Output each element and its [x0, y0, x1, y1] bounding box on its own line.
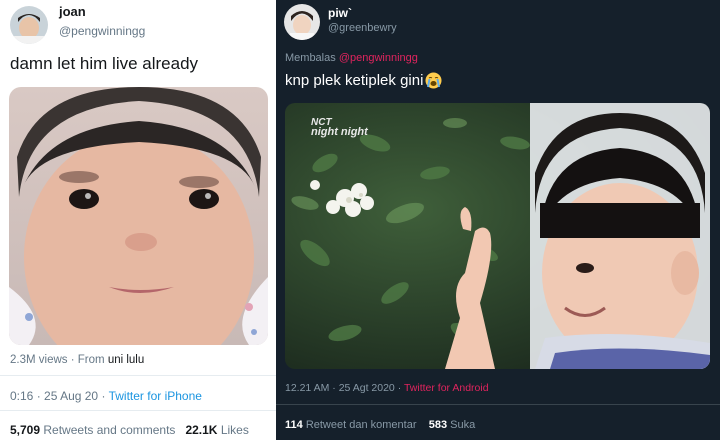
client-app-link[interactable]: Twitter for iPhone: [109, 389, 202, 403]
avatar[interactable]: [284, 4, 320, 40]
like-count[interactable]: 22.1K: [185, 423, 217, 437]
reply-prefix: Membalas: [285, 52, 336, 64]
author-name[interactable]: piw`: [328, 6, 352, 20]
retweet-label[interactable]: Retweet dan komentar: [306, 419, 417, 431]
retweet-label[interactable]: Retweets and comments: [43, 423, 175, 437]
tweet-photo[interactable]: NCT night night: [285, 103, 710, 369]
tweet-date[interactable]: 25 Aug 20: [44, 389, 98, 403]
tweet-time[interactable]: 12.21 AM: [285, 382, 329, 394]
reply-to-link[interactable]: @pengwinningg: [339, 52, 418, 64]
retweet-count[interactable]: 114: [285, 419, 303, 431]
tweet-video[interactable]: [9, 87, 268, 345]
like-count[interactable]: 583: [429, 419, 447, 431]
tweet-date[interactable]: 25 Agt 2020: [339, 382, 395, 394]
left-tweet: joan @pengwinningg damn let him live alr…: [0, 0, 276, 440]
tweet-stats: 5,709 Retweets and comments 22.1K Likes: [10, 423, 249, 437]
author-handle[interactable]: @greenbewry: [328, 22, 397, 34]
view-count-line: 2.3M views · From uni lulu: [10, 354, 145, 366]
tweet-text: knp plek ketiplek gini: [285, 72, 424, 89]
view-count: 2.3M views: [10, 354, 68, 366]
divider: [276, 404, 720, 405]
avatar[interactable]: [10, 6, 48, 44]
client-app-link[interactable]: Twitter for Android: [404, 382, 489, 394]
right-tweet: piw` @greenbewry Membalas @pengwinningg …: [276, 0, 720, 440]
screenshot: joan @pengwinningg damn let him live alr…: [0, 0, 720, 440]
author-handle[interactable]: @pengwinningg: [59, 24, 145, 38]
divider: [0, 375, 276, 376]
watermark-line-2: night night: [311, 126, 368, 138]
like-label[interactable]: Likes: [221, 423, 249, 437]
author-name[interactable]: joan: [59, 4, 86, 19]
like-label[interactable]: Suka: [450, 419, 475, 431]
video-source-link[interactable]: uni lulu: [108, 354, 144, 366]
reply-context: Membalas @pengwinningg: [285, 52, 418, 64]
photo-watermark: NCT night night: [311, 117, 368, 138]
tweet-meta: 12.21 AM · 25 Agt 2020 · Twitter for And…: [285, 382, 489, 394]
tweet-text-line: knp plek ketiplek gini: [285, 72, 442, 89]
tweet-time[interactable]: 0:16: [10, 389, 33, 403]
tweet-stats: 114 Retweet dan komentar 583 Suka: [285, 419, 475, 431]
tweet-meta: 0:16 · 25 Aug 20 · Twitter for iPhone: [10, 389, 202, 403]
from-label: From: [77, 354, 105, 366]
loudly-crying-face-icon: [425, 72, 442, 89]
divider: [0, 410, 276, 411]
tweet-text: damn let him live already: [10, 54, 199, 73]
retweet-count[interactable]: 5,709: [10, 423, 40, 437]
